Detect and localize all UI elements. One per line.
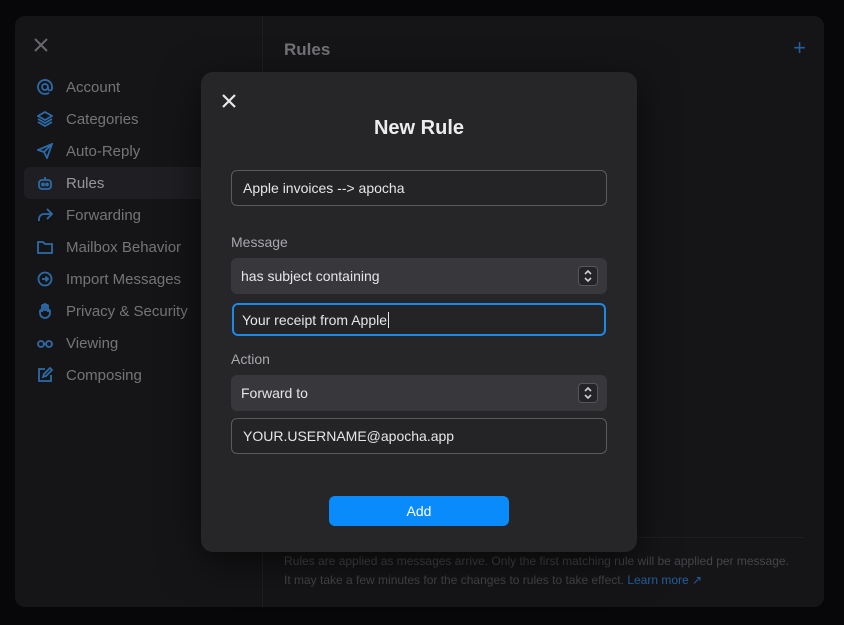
subject-text-field[interactable]: Your receipt from Apple <box>232 303 606 336</box>
chevron-up-down-icon <box>578 383 598 403</box>
action-selected-value: Forward to <box>241 385 308 401</box>
message-label: Message <box>231 234 288 250</box>
rule-name-field[interactable]: Apple invoices --> apocha <box>231 170 607 206</box>
message-condition-value: has subject containing <box>241 268 380 284</box>
chevron-up-down-icon <box>578 266 598 286</box>
add-button[interactable]: Add <box>329 496 509 526</box>
close-icon[interactable] <box>220 92 238 110</box>
action-select[interactable]: Forward to <box>231 375 607 411</box>
forward-address-field[interactable]: YOUR.USERNAME@apocha.app <box>231 418 607 454</box>
message-condition-select[interactable]: has subject containing <box>231 258 607 294</box>
dialog-title: New Rule <box>373 117 465 139</box>
forward-address-value: YOUR.USERNAME@apocha.app <box>243 428 455 444</box>
subject-text-value: Your receipt from Apple <box>242 311 388 328</box>
rule-name-value: Apple invoices --> apocha <box>243 180 405 196</box>
text-caret <box>388 311 390 328</box>
action-label: Action <box>231 351 270 367</box>
new-rule-dialog: New Rule Apple invoices --> apocha Messa… <box>201 72 637 552</box>
